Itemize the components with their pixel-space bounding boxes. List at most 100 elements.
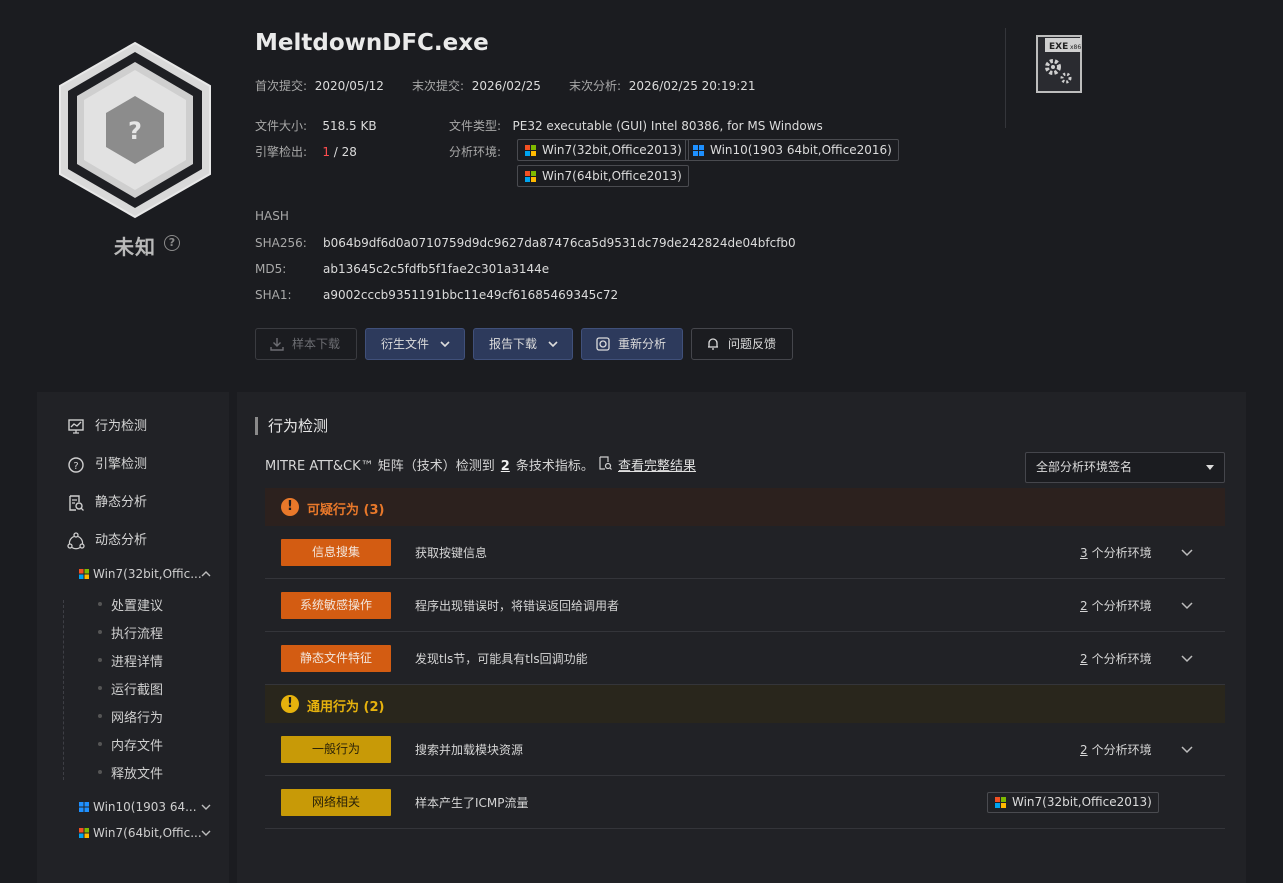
mitre-count[interactable]: 2 xyxy=(501,459,510,474)
exe-file-icon: EXE x86 xyxy=(1035,34,1083,94)
env-tag-win7-32[interactable]: Win7(32bit,Office2013) xyxy=(517,139,689,161)
sample-download-button[interactable]: 样本下载 xyxy=(255,328,357,360)
behavior-desc: 搜索并加载模块资源 xyxy=(415,743,524,757)
windows7-flag-icon xyxy=(79,569,89,579)
warning-icon: ! xyxy=(281,695,299,713)
chevron-down-icon[interactable] xyxy=(1181,743,1193,755)
file-size: 文件大小: 518.5 KB xyxy=(255,119,377,133)
bell-icon xyxy=(708,338,718,350)
tree-dot xyxy=(98,770,102,774)
windows7-flag-icon xyxy=(995,797,1006,808)
engine-detection: 引擎检出: 1 / 28 xyxy=(255,145,357,159)
group-header-general: ! 通用行为 (2) xyxy=(265,685,1225,723)
chevron-down-icon xyxy=(548,341,558,348)
chevron-down-icon[interactable] xyxy=(1181,652,1193,664)
first-submit: 首次提交: 2020/05/12 xyxy=(255,79,384,93)
sidebar-sub-screenshots[interactable]: 运行截图 xyxy=(111,679,163,698)
sha1-row: SHA1: xyxy=(255,288,292,302)
verdict-badge: ? xyxy=(56,40,214,220)
mitre-summary: MITRE ATT&CK™ 矩阵（技术）检测到 2 条技术指标。 xyxy=(265,459,594,474)
windows10-flag-icon xyxy=(79,802,89,812)
behavior-desc: 发现tls节，可能具有tls回调功能 xyxy=(415,652,588,666)
md5-value: ab13645c2c5fdfb5f1fae2c301a3144e xyxy=(323,262,550,276)
sha256-row: SHA256: xyxy=(255,236,307,250)
env-count[interactable]: 2 个分析环境 xyxy=(1080,597,1152,614)
report-download-button[interactable]: 报告下载 xyxy=(473,328,573,360)
sidebar-sub-process[interactable]: 进程详情 xyxy=(111,651,163,670)
windows7-flag-icon xyxy=(525,145,536,156)
env-tag-win10[interactable]: Win10(1903 64bit,Office2016) xyxy=(685,139,899,161)
svg-text:?: ? xyxy=(73,461,78,472)
header-divider xyxy=(1005,28,1006,128)
sha1-value: a9002cccb9351191bbc11e49cf61685469345c72 xyxy=(323,288,619,302)
sidebar-sub-network[interactable]: 网络行为 xyxy=(111,707,163,726)
warning-icon: ! xyxy=(281,498,299,516)
env-tag-win7-32[interactable]: Win7(32bit,Office2013) xyxy=(987,792,1159,813)
behavior-desc: 程序出现错误时，将错误返回给调用者 xyxy=(415,599,620,613)
question-hexagon-icon: ? xyxy=(59,41,211,219)
tree-dot xyxy=(98,714,102,718)
caret-down-icon xyxy=(1206,465,1214,470)
chevron-down-icon xyxy=(201,830,211,836)
behavior-tag: 一般行为 xyxy=(281,736,391,763)
svg-text:x86: x86 xyxy=(1070,44,1081,51)
sidebar-sub-exec-flow[interactable]: 执行流程 xyxy=(111,623,163,642)
behavior-row[interactable]: 信息搜集 获取按键信息 3 个分析环境 xyxy=(265,526,1225,579)
tree-dot xyxy=(98,658,102,662)
md5-row: MD5: xyxy=(255,262,287,276)
env-count[interactable]: 3 个分析环境 xyxy=(1080,544,1152,561)
analysis-env-label: 分析环境: xyxy=(449,145,502,159)
env-count[interactable]: 2 个分析环境 xyxy=(1080,650,1152,667)
tree-dot xyxy=(98,630,102,634)
engine-icon: ? xyxy=(68,457,84,473)
behavior-row[interactable]: 一般行为 搜索并加载模块资源 2 个分析环境 xyxy=(265,723,1225,776)
windows7-flag-icon xyxy=(525,171,536,182)
chevron-up-icon xyxy=(201,571,211,577)
question-circle-icon[interactable]: ? xyxy=(164,235,180,251)
chevron-down-icon xyxy=(201,804,211,810)
behavior-desc: 样本产生了ICMP流量 xyxy=(415,796,529,810)
last-submit: 末次提交: 2026/02/25 xyxy=(412,79,541,93)
verdict-label: 未知 xyxy=(114,235,156,259)
section-title: 行为检测 xyxy=(255,417,328,435)
last-analysis: 末次分析: 2026/02/25 20:19:21 xyxy=(569,79,756,93)
windows10-flag-icon xyxy=(693,145,704,156)
behavior-tag: 系统敏感操作 xyxy=(281,592,391,619)
tree-dot xyxy=(98,742,102,746)
env-signature-select[interactable]: 全部分析环境签名 xyxy=(1025,452,1225,483)
chevron-down-icon xyxy=(440,341,450,348)
sha256-value: b064b9df6d0a0710759d9dc9627da87476ca5d95… xyxy=(323,236,796,250)
env-tag-win7-64[interactable]: Win7(64bit,Office2013) xyxy=(517,165,689,187)
feedback-button[interactable]: 问题反馈 xyxy=(691,328,793,360)
behavior-desc: 获取按键信息 xyxy=(415,546,488,560)
download-icon xyxy=(270,338,284,351)
document-search-icon xyxy=(69,495,84,511)
monitor-icon xyxy=(68,419,84,434)
behavior-tag: 网络相关 xyxy=(281,789,391,816)
behavior-row[interactable]: 网络相关 样本产生了ICMP流量 Win7(32bit,Office2013) xyxy=(265,776,1225,829)
behavior-row[interactable]: 系统敏感操作 程序出现错误时，将错误返回给调用者 2 个分析环境 xyxy=(265,579,1225,632)
hash-heading: HASH xyxy=(255,209,289,223)
env-count[interactable]: 2 个分析环境 xyxy=(1080,741,1152,758)
file-name: MeltdownDFC.exe xyxy=(255,30,489,56)
reanalyze-button[interactable]: 重新分析 xyxy=(581,328,683,360)
sidebar-sub-disposal[interactable]: 处置建议 xyxy=(111,595,163,614)
behavior-row[interactable]: 静态文件特征 发现tls节，可能具有tls回调功能 2 个分析环境 xyxy=(265,632,1225,685)
behavior-tag: 信息搜集 xyxy=(281,539,391,566)
svg-text:EXE: EXE xyxy=(1049,42,1068,52)
file-type: 文件类型: PE32 executable (GUI) Intel 80386,… xyxy=(449,119,823,133)
sidebar-sub-memory[interactable]: 内存文件 xyxy=(111,735,163,754)
chevron-down-icon[interactable] xyxy=(1181,546,1193,558)
reanalyze-icon xyxy=(596,337,610,351)
group-header-suspicious: ! 可疑行为 (3) xyxy=(265,488,1225,526)
document-search-icon xyxy=(599,456,612,470)
network-nodes-icon xyxy=(67,532,85,550)
tree-dot xyxy=(98,686,102,690)
sidebar-sub-dropped[interactable]: 释放文件 xyxy=(111,763,163,782)
tree-dot xyxy=(98,602,102,606)
sub-tree-line xyxy=(63,600,64,780)
windows7-flag-icon xyxy=(79,828,89,838)
derived-files-button[interactable]: 衍生文件 xyxy=(365,328,465,360)
behavior-tag: 静态文件特征 xyxy=(281,645,391,672)
chevron-down-icon[interactable] xyxy=(1181,599,1193,611)
